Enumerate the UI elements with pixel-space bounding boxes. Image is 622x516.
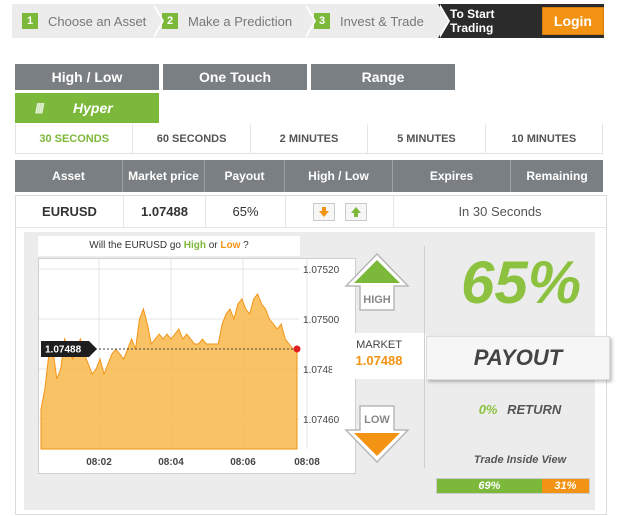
arrow-down-icon (318, 206, 329, 217)
step-choose-asset: 1 Choose an Asset (12, 4, 164, 38)
header-market-price: Market price (123, 160, 205, 192)
price-area (40, 293, 298, 450)
duration-5-minutes[interactable]: 5 MINUTES (368, 124, 486, 153)
low-button[interactable]: LOW (344, 404, 410, 466)
step-label: Make a Prediction (188, 13, 293, 29)
current-price-tag: 1.07488 (41, 341, 97, 357)
question-low: Low (220, 240, 241, 251)
hyper-bars-icon: //// (35, 100, 44, 116)
duration-30-seconds[interactable]: 30 SECONDS (16, 124, 134, 153)
start-trading-cta: To Start Trading Login (438, 4, 604, 38)
header-expires: Expires (393, 160, 511, 192)
question-high: High (183, 240, 206, 251)
market-price-box: MARKET 1.07488 (332, 333, 426, 379)
low-arrow-button[interactable] (312, 202, 335, 221)
trade-inside-view-label: Trade Inside View (473, 454, 567, 466)
row-market-price: 1.07488 (124, 196, 206, 227)
table-header: Asset Market price Payout High / Low Exp… (15, 160, 603, 192)
steps-bar: 1 Choose an Asset 2 Make a Prediction 3 … (12, 4, 604, 38)
question-mid: or (205, 240, 221, 251)
x-tick-label: 08:08 (294, 457, 320, 468)
question-prefix: Will the EURUSD go (89, 240, 184, 251)
payout-label: PAYOUT (426, 336, 610, 380)
step-number: 2 (162, 13, 178, 29)
duration-2-minutes[interactable]: 2 MINUTES (251, 124, 369, 153)
header-asset: Asset (15, 160, 123, 192)
step-number: 3 (314, 13, 330, 29)
cta-text: To Start Trading (450, 7, 495, 35)
step-number: 1 (22, 13, 38, 29)
arrow-up-icon (350, 206, 361, 217)
tab-range[interactable]: Range (311, 64, 455, 90)
high-button-label: HIGH (363, 294, 391, 306)
return-label: RETURN (507, 402, 562, 417)
return-info: 0% RETURN (440, 402, 600, 417)
current-price-label: 1.07488 (45, 345, 82, 356)
low-share: 31% (541, 479, 589, 493)
header-high-low: High / Low (285, 160, 393, 192)
question-suffix: ? (240, 240, 249, 251)
step-make-prediction: 2 Make a Prediction (152, 4, 316, 38)
login-button[interactable]: Login (541, 7, 604, 35)
duration-10-minutes[interactable]: 10 MINUTES (486, 124, 602, 153)
duration-60-seconds[interactable]: 60 SECONDS (133, 124, 251, 153)
return-percentage: 0% (478, 402, 498, 417)
header-remaining: Remaining (526, 169, 588, 183)
trade-panel: EURUSD 1.07488 65% In 30 Seconds Will th… (15, 195, 610, 515)
row-payout: 65% (206, 196, 286, 227)
tab-hyper[interactable]: //// Hyper (15, 93, 159, 123)
header-payout: Payout (205, 160, 285, 192)
high-share: 69% (437, 479, 542, 493)
tab-one-touch[interactable]: One Touch (163, 64, 307, 90)
price-chart: 1.07488 1.07520 1.07500 1.07480 1.07460 08:… (38, 258, 356, 474)
market-label: MARKET (356, 339, 402, 351)
low-button-label: LOW (364, 414, 390, 426)
row-expires: In 30 Seconds (458, 204, 542, 219)
y-tick-label: 1.07500 (303, 315, 340, 326)
x-tick-label: 08:06 (230, 457, 256, 468)
market-value: 1.07488 (355, 353, 403, 368)
x-tick-label: 08:04 (158, 457, 184, 468)
trade-inside-view-bar: 69% 31% (436, 478, 590, 494)
table-row[interactable]: EURUSD 1.07488 65% In 30 Seconds (16, 196, 606, 228)
high-arrow-button[interactable] (344, 202, 367, 221)
row-high-low (286, 196, 394, 227)
trade-type-tabs: High / Low One Touch Range (15, 64, 459, 90)
row-asset: EURUSD (16, 196, 124, 227)
y-tick-label: 1.07460 (303, 415, 340, 426)
x-tick-label: 08:02 (86, 457, 112, 468)
current-price-dot (293, 345, 301, 353)
payout-percentage: 65% (460, 249, 582, 316)
y-tick-label: 1.07520 (303, 265, 340, 276)
prediction-question: Will the EURUSD go High or Low ? (38, 236, 300, 256)
divider (424, 246, 425, 468)
step-label: Invest & Trade (340, 13, 424, 29)
tab-high-low[interactable]: High / Low (15, 64, 159, 90)
high-button[interactable]: HIGH (344, 252, 410, 314)
step-invest-trade: 3 Invest & Trade (304, 4, 450, 38)
step-label: Choose an Asset (48, 13, 147, 29)
price-chart-svg: 1.07488 1.075201.075001.074801.07460 08:… (39, 259, 340, 468)
duration-selector: 30 SECONDS 60 SECONDS 2 MINUTES 5 MINUTE… (15, 124, 603, 154)
tab-hyper-label: Hyper (73, 100, 113, 116)
